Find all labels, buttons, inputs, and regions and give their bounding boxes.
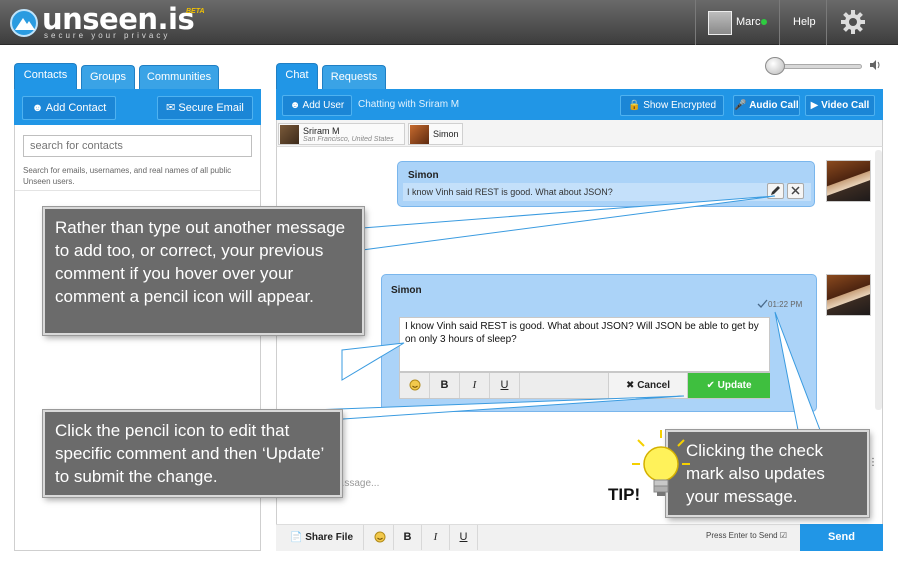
check-icon: ✔ bbox=[706, 380, 715, 391]
user-avatar[interactable] bbox=[708, 11, 732, 35]
participant-name: Sriram M bbox=[303, 126, 340, 136]
update-button[interactable]: ✔ Update bbox=[688, 373, 770, 398]
speaker-icon bbox=[870, 60, 882, 73]
italic-button[interactable]: I bbox=[422, 525, 450, 550]
cancel-label: Cancel bbox=[637, 380, 670, 391]
compose-placeholder[interactable]: ...ssage... bbox=[336, 478, 379, 489]
callout-click-pencil: Click the pencil icon to edit that speci… bbox=[43, 410, 342, 497]
avatar bbox=[280, 125, 299, 144]
video-call-label: Video Call bbox=[821, 100, 870, 111]
user-name[interactable]: Marc bbox=[736, 16, 760, 28]
lock-icon: 🔒 bbox=[627, 100, 641, 111]
callout-pencil-hover: Rather than type out another message to … bbox=[43, 207, 364, 335]
logo-tagline: secure your privacy bbox=[44, 31, 171, 40]
help-link[interactable]: Help bbox=[793, 16, 816, 28]
participant-name: Simon bbox=[433, 129, 459, 139]
close-icon[interactable] bbox=[787, 183, 804, 199]
audio-call-label: Audio Call bbox=[749, 100, 799, 111]
tab-requests[interactable]: Requests bbox=[322, 65, 386, 89]
share-file-button[interactable]: 📄 Share File bbox=[280, 525, 364, 550]
audio-call-button[interactable]: 🎤 Audio Call bbox=[733, 95, 800, 116]
format-toggle-icon[interactable]: ⋮ bbox=[868, 457, 878, 468]
show-encrypted-button[interactable]: 🔒 Show Encrypted bbox=[620, 95, 724, 116]
chat-scrollbar[interactable] bbox=[875, 150, 882, 410]
tab-contacts[interactable]: Contacts bbox=[14, 63, 77, 89]
send-button[interactable]: Send bbox=[800, 524, 883, 551]
emoji-icon[interactable] bbox=[400, 373, 430, 398]
underline-button[interactable]: U bbox=[490, 373, 520, 398]
message-text: I know Vinh said REST is good. What abou… bbox=[407, 187, 613, 197]
tab-chat[interactable]: Chat bbox=[276, 63, 318, 89]
avatar bbox=[826, 274, 871, 316]
user-add-icon: ☻ bbox=[31, 102, 44, 114]
tab-groups[interactable]: Groups bbox=[81, 65, 135, 89]
message-timestamp: 01:22 PM bbox=[768, 300, 803, 309]
search-help-text: Search for emails, usernames, and real n… bbox=[23, 166, 232, 186]
gear-icon[interactable] bbox=[840, 9, 866, 35]
avatar bbox=[826, 160, 871, 202]
online-status-icon bbox=[761, 19, 767, 25]
italic-button[interactable]: I bbox=[460, 373, 490, 398]
header-divider bbox=[779, 0, 780, 45]
message-sender: Simon bbox=[391, 285, 422, 296]
emoji-icon[interactable] bbox=[366, 525, 394, 550]
update-label: Update bbox=[717, 380, 752, 391]
press-enter-label: Press Enter to Send bbox=[706, 531, 778, 540]
user-add-icon: ☻ bbox=[289, 100, 301, 111]
press-enter-toggle[interactable]: Press Enter to Send ☑ bbox=[706, 531, 787, 540]
participant-chip-simon[interactable]: Simon bbox=[408, 123, 463, 145]
header-divider bbox=[695, 0, 696, 45]
add-contact-button[interactable]: ☻ Add Contact bbox=[22, 96, 116, 120]
secure-email-label: Secure Email bbox=[178, 102, 244, 114]
check-mark-icon[interactable] bbox=[757, 299, 768, 311]
participant-location: San Francisco, United States bbox=[303, 136, 394, 143]
bold-button[interactable]: B bbox=[394, 525, 422, 550]
share-file-label: Share File bbox=[305, 532, 354, 543]
beta-badge: BETA bbox=[186, 8, 205, 15]
microphone-icon: 🎤 bbox=[734, 100, 747, 111]
video-camera-icon: ▶ bbox=[810, 100, 819, 111]
pencil-icon[interactable] bbox=[767, 183, 784, 199]
checkbox-icon: ☑ bbox=[779, 531, 787, 540]
video-call-button[interactable]: ▶ Video Call bbox=[805, 95, 875, 116]
cancel-button[interactable]: ✖ Cancel bbox=[608, 373, 688, 398]
message-sender: Simon bbox=[408, 170, 439, 181]
callout-check-mark: Clicking the check mark also updates you… bbox=[666, 430, 869, 517]
participant-chip-sriram[interactable]: Sriram M San Francisco, United States bbox=[278, 123, 405, 145]
file-icon: 📄 bbox=[289, 532, 303, 543]
tip-label: TIP! bbox=[608, 485, 641, 504]
underline-button[interactable]: U bbox=[450, 525, 478, 550]
add-user-label: Add User bbox=[302, 100, 345, 111]
add-contact-label: Add Contact bbox=[45, 102, 107, 114]
bold-button[interactable]: B bbox=[430, 373, 460, 398]
volume-slider-handle[interactable] bbox=[765, 57, 785, 75]
edit-message-text[interactable]: I know Vinh said REST is good. What abou… bbox=[405, 320, 767, 346]
search-contacts-input[interactable] bbox=[23, 135, 252, 157]
secure-email-button[interactable]: ✉ Secure Email bbox=[157, 96, 253, 120]
chatting-with-label: Chatting with Sriram M bbox=[358, 99, 460, 110]
header-divider bbox=[826, 0, 827, 45]
add-user-button[interactable]: ☻ Add User bbox=[282, 95, 352, 116]
tab-communities[interactable]: Communities bbox=[139, 65, 219, 89]
logo-mountain-icon bbox=[10, 9, 38, 37]
envelope-icon: ✉ bbox=[166, 102, 176, 114]
avatar bbox=[410, 125, 429, 144]
show-encrypted-label: Show Encrypted bbox=[643, 100, 717, 111]
divider bbox=[15, 190, 260, 191]
close-icon: ✖ bbox=[626, 380, 635, 391]
